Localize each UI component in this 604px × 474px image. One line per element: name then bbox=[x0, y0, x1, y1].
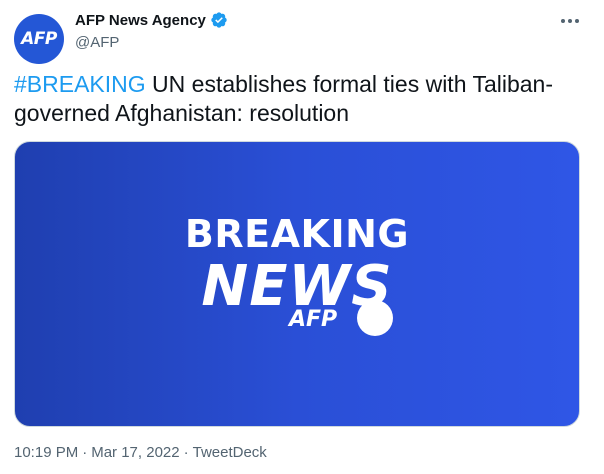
author-handle[interactable]: @AFP bbox=[75, 34, 119, 51]
breaking-text: BREAKING bbox=[184, 212, 410, 256]
hashtag-link[interactable]: #BREAKING bbox=[14, 71, 146, 97]
author-display-name[interactable]: AFP News Agency bbox=[75, 12, 206, 29]
more-options-button[interactable] bbox=[558, 10, 582, 32]
afp-logo-text: AFP bbox=[289, 307, 338, 332]
afp-logo-dot bbox=[357, 300, 393, 336]
tweet-meta: 10:19 PM · Mar 17, 2022 · TweetDeck bbox=[14, 444, 267, 461]
more-horizontal-icon bbox=[561, 19, 565, 23]
author-name-row: AFP News Agency bbox=[75, 11, 228, 29]
verified-badge-icon bbox=[211, 12, 227, 28]
avatar[interactable]: AFP bbox=[14, 14, 64, 64]
tweet-text: #BREAKING UN establishes formal ties wit… bbox=[14, 70, 584, 128]
tweet-date[interactable]: Mar 17, 2022 bbox=[91, 444, 179, 461]
tweet-time[interactable]: 10:19 PM bbox=[14, 444, 78, 461]
tweet[interactable]: AFP AFP News Agency @AFP #BREAKING UN es… bbox=[0, 0, 604, 474]
avatar-text: AFP bbox=[21, 29, 57, 49]
tweet-source[interactable]: TweetDeck bbox=[193, 444, 267, 461]
meta-separator: · bbox=[82, 444, 88, 461]
tweet-media-image[interactable]: BREAKING NEWS AFP bbox=[14, 141, 580, 427]
meta-separator: · bbox=[183, 444, 189, 461]
